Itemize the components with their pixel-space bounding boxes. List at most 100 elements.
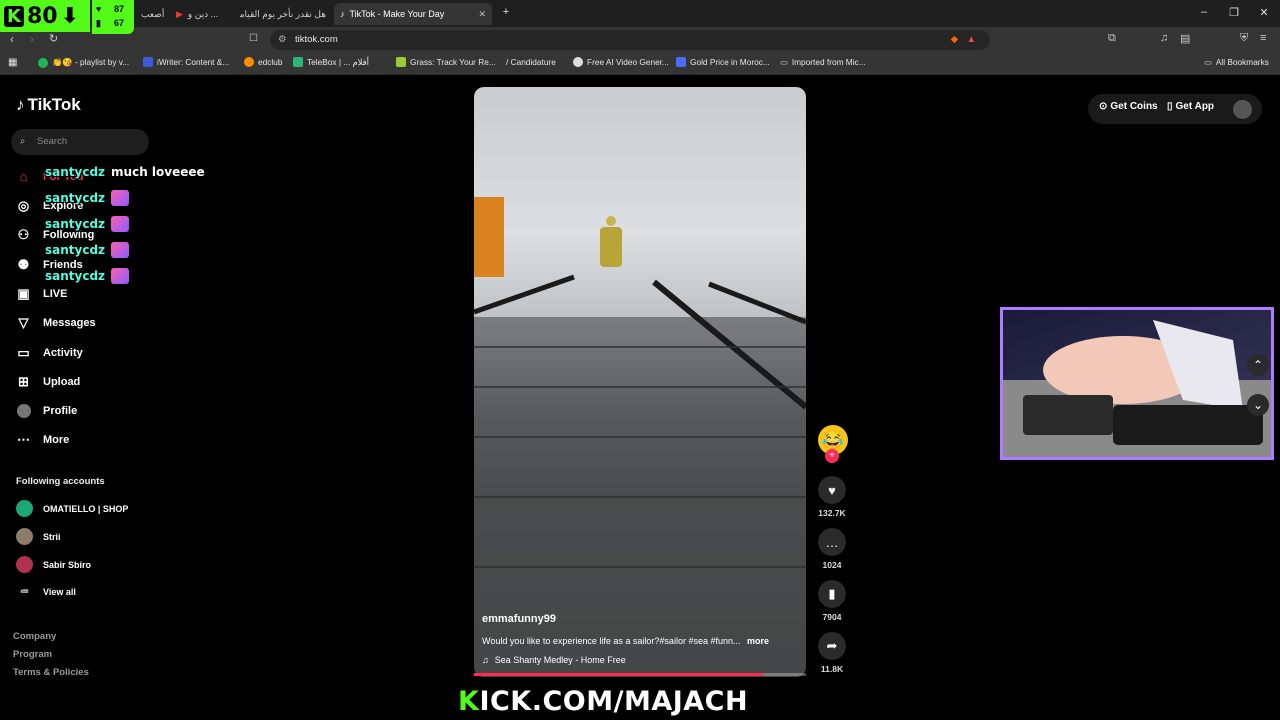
chat-username: santycdz — [45, 243, 106, 257]
music-title: Sea Shanty Medley - Home Free — [494, 655, 626, 665]
browser-tab-active[interactable]: ♪ TikTok - Make Your Day ✕ — [334, 3, 492, 25]
footer-link-terms[interactable]: Terms & Policies — [13, 667, 89, 678]
bookmark-label: edclub — [258, 57, 283, 67]
browser-tab[interactable]: هل نقدر نأخر يوم القيامة ؟ ... — [240, 3, 332, 25]
following-account[interactable]: Strii — [16, 528, 61, 545]
bookmark-item[interactable]: edclub — [244, 57, 282, 67]
mousepad-shape — [1023, 395, 1113, 435]
close-window-button[interactable]: ✕ — [1256, 6, 1272, 19]
gold-price-icon — [676, 57, 686, 67]
bookmarks-bar: ▦ 👏😘 - playlist by v... iWriter: Content… — [0, 53, 1280, 75]
search-icon: ⌕ — [20, 136, 26, 147]
video-player[interactable] — [474, 87, 806, 677]
save-button[interactable]: ▮ 7904 — [818, 580, 846, 622]
comment-button[interactable]: … 1024 — [818, 528, 846, 570]
view-all-link[interactable]: ≔ View all — [16, 586, 76, 597]
extensions-icon[interactable]: ⧉ — [1108, 32, 1116, 45]
forward-icon[interactable]: › — [30, 32, 34, 46]
nav-profile[interactable]: Profile — [16, 403, 77, 418]
url-input[interactable]: ⚙ tiktok.com ▲ ◆ — [270, 30, 990, 50]
bookmark-folder[interactable]: ▭ Imported from Mic... — [780, 57, 866, 67]
creator-avatar[interactable]: 😂 + — [818, 425, 848, 463]
bookmark-label: Imported from Mic... — [791, 57, 866, 67]
bookmark-item[interactable]: 👏😘 - playlist by v... — [38, 57, 129, 68]
brave-shields-icon[interactable]: ◆ — [951, 30, 958, 50]
bookmark-icon[interactable]: ☐ — [249, 33, 258, 44]
get-coins-button[interactable]: ⊙ Get Coins — [1099, 101, 1158, 112]
nav-messages[interactable]: ▽ Messages — [16, 315, 96, 330]
nav-more[interactable]: ⋯ More — [16, 432, 69, 447]
search-input[interactable]: ⌕ Search — [11, 129, 149, 155]
chat-message: santycdz — [45, 190, 130, 206]
apps-grid-icon[interactable]: ▦ — [8, 57, 17, 68]
avatar — [16, 500, 33, 517]
back-icon[interactable]: ‹ — [10, 32, 14, 46]
menu-icon[interactable]: ≡ — [1260, 32, 1266, 44]
share-icon: ➦ — [818, 632, 846, 660]
more-button[interactable]: more — [747, 636, 769, 646]
bookmark-label: Free AI Video Gener... — [587, 57, 669, 67]
browser-tab[interactable]: أصعب — [135, 3, 170, 25]
get-app-button[interactable]: ▯ Get App — [1167, 101, 1214, 112]
bookmark-item[interactable]: Free AI Video Gener... — [573, 57, 669, 67]
chat-message: santycdz much loveeee — [45, 165, 205, 179]
following-account[interactable]: Sabir Sbiro — [16, 556, 91, 573]
chevron-down-icon[interactable]: ⌄ — [1247, 394, 1269, 416]
sidebar-icon[interactable]: ▤ — [1180, 32, 1190, 45]
list-icon: ≔ — [20, 586, 29, 596]
emote-icon — [111, 216, 130, 232]
reload-icon[interactable]: ↻ — [49, 32, 58, 45]
profile-avatar[interactable] — [1233, 100, 1252, 119]
media-icon[interactable]: ♫ — [1160, 32, 1168, 44]
nav-activity[interactable]: ▭ Activity — [16, 345, 83, 360]
following-account[interactable]: OMATIELLO | SHOP — [16, 500, 128, 517]
comment-icon: … — [818, 528, 846, 556]
edclub-icon — [244, 57, 254, 67]
tab-label: دين و ... — [187, 8, 219, 19]
like-button[interactable]: ♥ 132.7K — [818, 476, 846, 518]
tiktok-note-icon: ♪ — [16, 95, 25, 114]
nav-upload[interactable]: ⊞ Upload — [16, 374, 80, 389]
tiktok-logo[interactable]: ♪ TikTok — [16, 95, 81, 115]
more-icon: ⋯ — [17, 431, 30, 447]
progress-fill — [474, 673, 763, 676]
bookmark-item[interactable]: Gold Price in Moroc... — [676, 57, 770, 67]
chevron-up-icon[interactable]: ⌃ — [1247, 354, 1269, 376]
kick-count: 80 — [26, 3, 58, 29]
maximize-button[interactable]: ❐ — [1226, 6, 1242, 19]
all-bookmarks-folder[interactable]: ▭ All Bookmarks — [1204, 57, 1269, 67]
tab-label: أصعب — [141, 8, 165, 19]
close-tab-icon[interactable]: ✕ — [478, 9, 486, 20]
ai-video-icon — [573, 57, 583, 67]
description-text: Would you like to experience life as a s… — [482, 636, 741, 646]
new-tab-button[interactable]: + — [498, 6, 514, 18]
bookmark-item[interactable]: / Candidature — [506, 57, 556, 67]
video-music[interactable]: ♫ Sea Shanty Medley - Home Free — [482, 655, 626, 665]
share-button[interactable]: ➦ 11.8K — [818, 632, 846, 674]
site-info-icon[interactable]: ⚙ — [278, 30, 287, 50]
bookmark-icon: ▮ — [818, 580, 846, 608]
follow-plus-icon[interactable]: + — [825, 449, 839, 463]
nav-label: Activity — [43, 346, 83, 359]
video-username[interactable]: emmafunny99 — [482, 613, 556, 625]
tab-label: TikTok - Make Your Day — [349, 9, 445, 19]
bookmark-item[interactable]: iWriter: Content &... — [143, 57, 229, 67]
minimize-button[interactable]: – — [1196, 6, 1212, 18]
bookmark-item[interactable]: Grass: Track Your Re... — [396, 57, 496, 67]
footer-link-program[interactable]: Program — [13, 649, 52, 660]
avatar — [16, 528, 33, 545]
browser-tab[interactable]: ▶ دين و ... — [170, 3, 240, 25]
bookmark-label: Grass: Track Your Re... — [410, 57, 496, 67]
bookmark-item[interactable]: TeleBox | ... أفلام — [293, 57, 369, 67]
streamer-cam-overlay: ⌃ ⌄ — [1000, 307, 1274, 460]
avatar — [16, 403, 31, 418]
brave-rewards-icon[interactable]: ▲ — [967, 30, 976, 50]
bookmark-label: / Candidature — [506, 57, 556, 67]
vpn-icon[interactable]: ⛨ — [1240, 32, 1248, 45]
chat-username: santycdz — [45, 165, 106, 179]
footer-link-company[interactable]: Company — [13, 631, 56, 642]
video-progress-bar[interactable] — [474, 673, 806, 676]
plus-square-icon: ⊞ — [18, 373, 29, 389]
nav-live[interactable]: ▣ LIVE — [16, 286, 67, 301]
telebox-icon — [293, 57, 303, 67]
